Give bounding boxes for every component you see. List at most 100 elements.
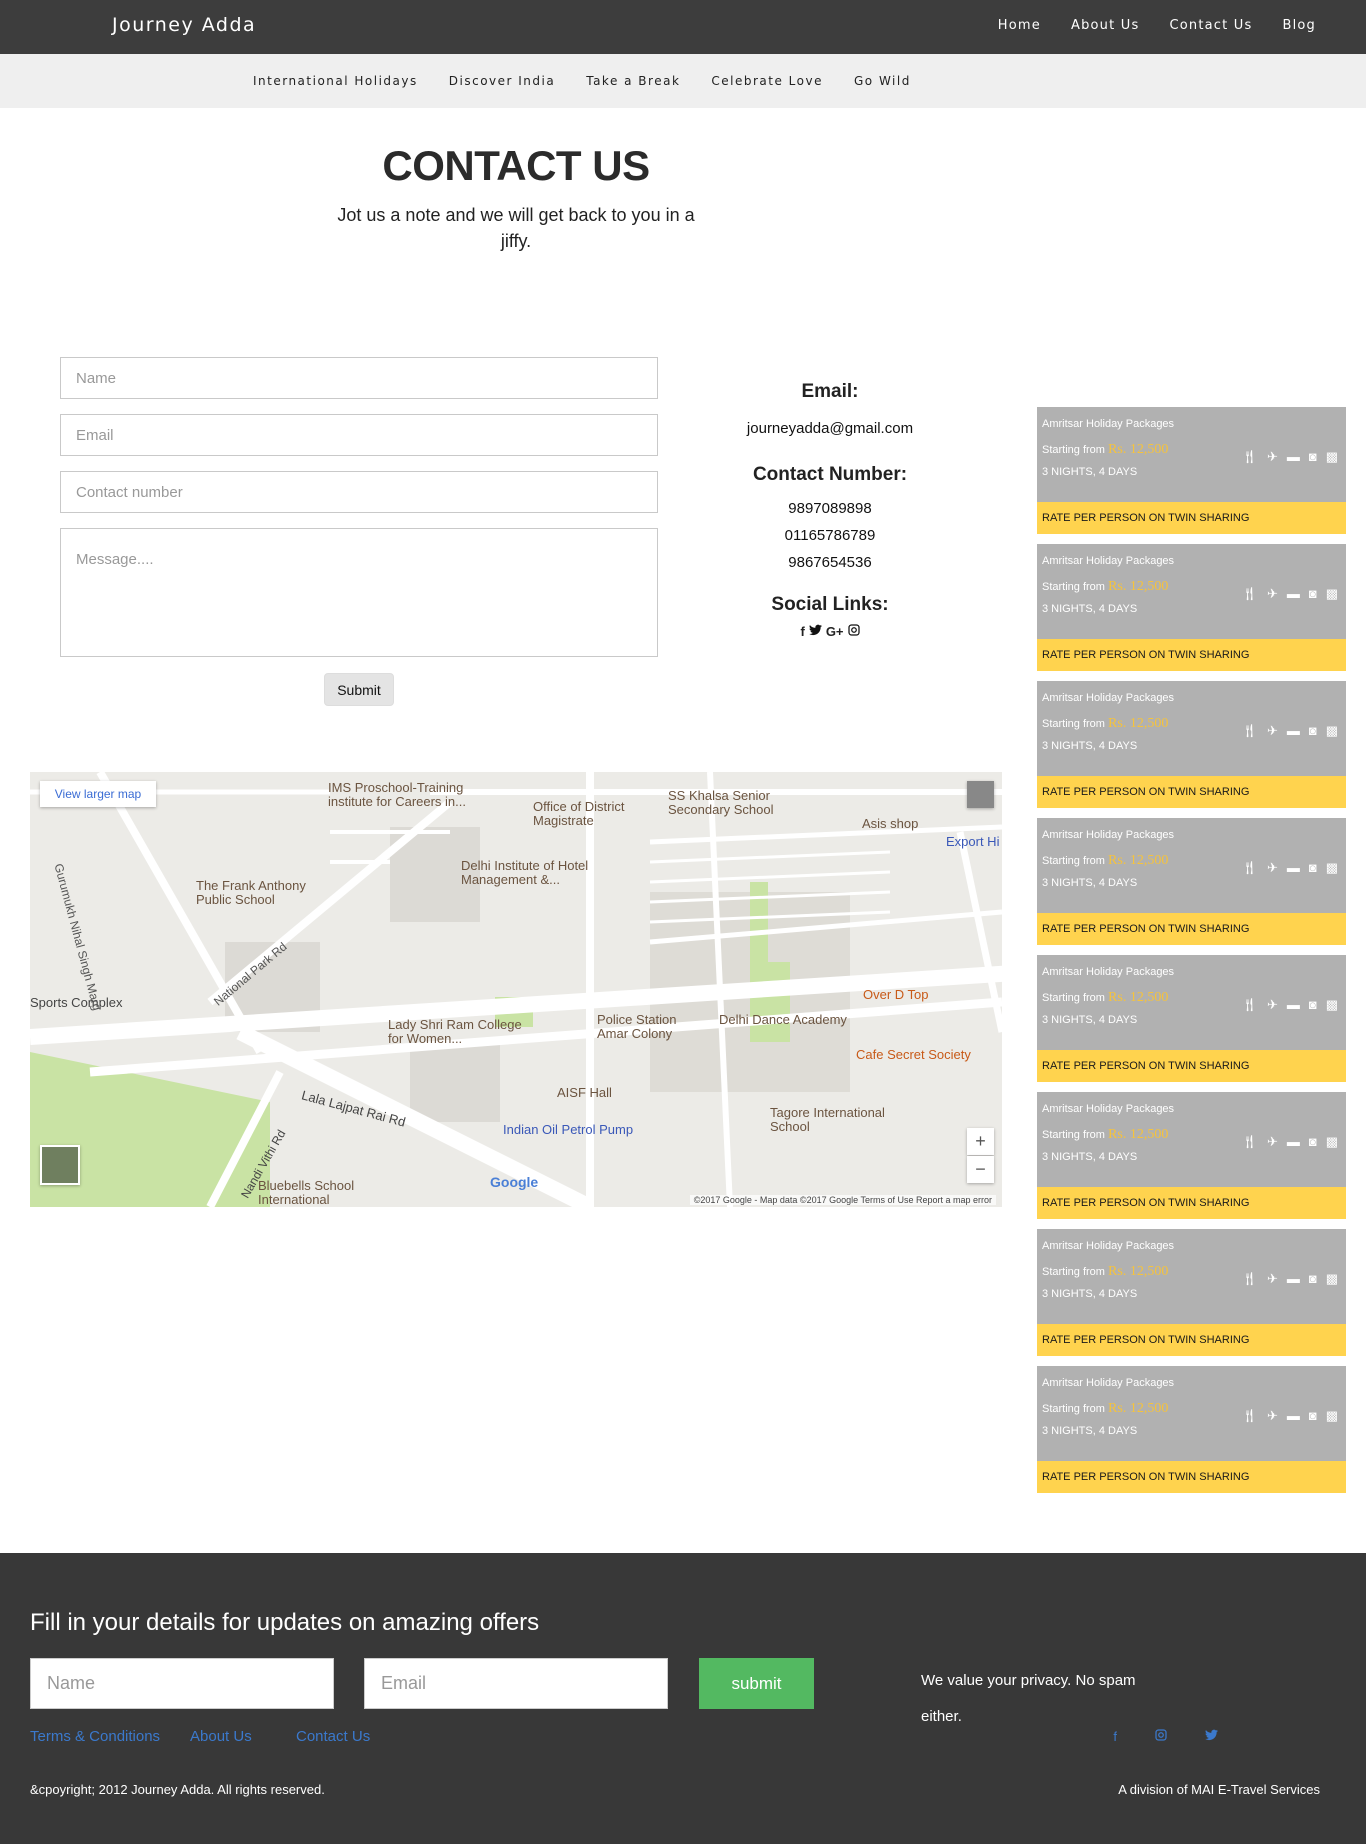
name-input[interactable]: Name	[60, 357, 658, 399]
flight-icon: ✈︎	[1266, 1271, 1278, 1286]
satellite-toggle[interactable]	[40, 1145, 80, 1185]
map-label[interactable]: Cafe Secret Society	[856, 1048, 971, 1062]
view-larger-map-link[interactable]: View larger map	[40, 781, 156, 807]
package-card[interactable]: Amritsar Holiday Packages Starting from R…	[1037, 544, 1346, 671]
zoom-in-button[interactable]: +	[967, 1128, 994, 1155]
car-icon: ◙	[1308, 1271, 1317, 1286]
division-note: A division of MAI E-Travel Services	[1118, 1782, 1320, 1797]
map-label[interactable]: Sports Complex	[30, 996, 122, 1010]
map-label[interactable]: IMS Proschool-Training institute for Car…	[328, 781, 488, 809]
map-label[interactable]: Police Station Amar Colony	[597, 1013, 697, 1041]
instagram-icon[interactable]	[1155, 1729, 1167, 1744]
google-map[interactable]: View larger map IMS Proschool-Training i…	[30, 772, 1002, 1207]
footer-social: f	[1113, 1729, 1218, 1744]
package-title[interactable]: Amritsar Holiday Packages	[1042, 966, 1341, 978]
copyright: &cpoyright; 2012 Journey Adda. All right…	[30, 1782, 325, 1797]
facebook-icon[interactable]: f	[1113, 1729, 1117, 1744]
phone-number[interactable]: 9897089898	[700, 495, 960, 522]
map-label[interactable]: Over D Top	[863, 988, 929, 1002]
nav-home[interactable]: Home	[998, 18, 1041, 33]
social-links: f G+	[700, 624, 960, 639]
map-label[interactable]: SS Khalsa Senior Secondary School	[668, 789, 788, 817]
package-title[interactable]: Amritsar Holiday Packages	[1042, 1240, 1341, 1252]
package-title[interactable]: Amritsar Holiday Packages	[1042, 1103, 1341, 1115]
category-take-a-break[interactable]: Take a Break	[586, 74, 680, 88]
package-card[interactable]: Amritsar Holiday Packages Starting from R…	[1037, 1366, 1346, 1493]
contact-heading: CONTACT US Jot us a note and we will get…	[316, 142, 716, 254]
message-textarea[interactable]: Message....	[60, 528, 658, 657]
map-label[interactable]: Indian Oil Petrol Pump	[503, 1123, 633, 1137]
package-amenities: 🍴︎ ✈︎ ▬ ◙ ▩	[1241, 449, 1338, 465]
package-card[interactable]: Amritsar Holiday Packages Starting from R…	[1037, 818, 1346, 945]
map-label[interactable]: Asis shop	[862, 817, 918, 831]
main-nav: Home About Us Contact Us Blog	[998, 18, 1316, 33]
package-amenities: 🍴︎ ✈︎ ▬ ◙ ▩	[1241, 1134, 1338, 1150]
package-card[interactable]: Amritsar Holiday Packages Starting from R…	[1037, 681, 1346, 808]
phone-number[interactable]: 01165786789	[700, 522, 960, 549]
sightseeing-icon: ▩	[1325, 997, 1338, 1012]
package-card[interactable]: Amritsar Holiday Packages Starting from R…	[1037, 407, 1346, 534]
footer: Fill in your details for updates on amaz…	[0, 1553, 1366, 1844]
map-label[interactable]: Bluebells School International	[258, 1179, 388, 1207]
phone-heading: Contact Number:	[752, 464, 908, 485]
package-title[interactable]: Amritsar Holiday Packages	[1042, 1377, 1341, 1389]
footer-submit-button[interactable]: submit	[699, 1658, 814, 1709]
footer-link-about[interactable]: About Us	[190, 1728, 296, 1745]
meals-icon: 🍴︎	[1241, 723, 1258, 738]
starting-from-label: Starting from	[1042, 1129, 1105, 1141]
phone-number[interactable]: 9867654536	[700, 549, 960, 576]
facebook-icon[interactable]: f	[800, 624, 804, 639]
flight-icon: ✈︎	[1266, 1408, 1278, 1423]
package-duration: 3 NIGHTS, 4 DAYS	[1042, 877, 1138, 889]
hotel-icon: ▬	[1286, 860, 1300, 875]
map-label[interactable]: Tagore International School	[770, 1106, 900, 1134]
submit-button[interactable]: Submit	[324, 673, 394, 706]
map-label[interactable]: AISF Hall	[557, 1086, 612, 1100]
category-go-wild[interactable]: Go Wild	[854, 74, 911, 88]
google-logo: Google	[490, 1174, 539, 1190]
category-nav: International Holidays Discover India Ta…	[253, 74, 911, 88]
footer-email-input[interactable]: Email	[364, 1658, 668, 1709]
google-plus-icon[interactable]: G+	[826, 624, 844, 639]
brand-logo[interactable]: Journey Adda	[112, 14, 256, 36]
zoom-out-button[interactable]: −	[967, 1156, 994, 1183]
category-international-holidays[interactable]: International Holidays	[253, 74, 418, 88]
package-price: Rs. 12,500	[1108, 442, 1169, 457]
package-info: Amritsar Holiday Packages Starting from R…	[1037, 1092, 1346, 1187]
footer-link-contact[interactable]: Contact Us	[296, 1728, 370, 1745]
map-label[interactable]: The Frank Anthony Public School	[196, 879, 326, 907]
nav-about-us[interactable]: About Us	[1071, 18, 1139, 33]
meals-icon: 🍴︎	[1241, 1408, 1258, 1423]
package-card[interactable]: Amritsar Holiday Packages Starting from R…	[1037, 1092, 1346, 1219]
email-input[interactable]: Email	[60, 414, 658, 456]
footer-link-terms[interactable]: Terms & Conditions	[30, 1728, 190, 1745]
map-label[interactable]: Delhi Dance Academy	[719, 1013, 847, 1027]
instagram-icon[interactable]	[847, 624, 860, 639]
twitter-icon[interactable]	[808, 624, 822, 639]
package-title[interactable]: Amritsar Holiday Packages	[1042, 829, 1341, 841]
map-label[interactable]: Office of District Magistrate	[533, 800, 643, 828]
twitter-icon[interactable]	[1205, 1729, 1218, 1744]
top-header: Journey Adda Home About Us Contact Us Bl…	[0, 0, 1366, 54]
package-title[interactable]: Amritsar Holiday Packages	[1042, 555, 1341, 567]
contact-number-input[interactable]: Contact number	[60, 471, 658, 513]
map-attribution: ©2017 Google - Map data ©2017 Google Ter…	[689, 1195, 996, 1205]
map-label[interactable]: Delhi Institute of Hotel Management &...	[461, 859, 611, 887]
category-celebrate-love[interactable]: Celebrate Love	[711, 74, 823, 88]
package-card[interactable]: Amritsar Holiday Packages Starting from R…	[1037, 955, 1346, 1082]
package-title[interactable]: Amritsar Holiday Packages	[1042, 418, 1341, 430]
package-price: Rs. 12,500	[1108, 1401, 1169, 1416]
package-info: Amritsar Holiday Packages Starting from R…	[1037, 818, 1346, 913]
package-price: Rs. 12,500	[1108, 853, 1169, 868]
package-card[interactable]: Amritsar Holiday Packages Starting from R…	[1037, 1229, 1346, 1356]
category-discover-india[interactable]: Discover India	[449, 74, 555, 88]
package-title[interactable]: Amritsar Holiday Packages	[1042, 692, 1341, 704]
footer-name-input[interactable]: Name	[30, 1658, 334, 1709]
nav-blog[interactable]: Blog	[1282, 18, 1316, 33]
flight-icon: ✈︎	[1266, 860, 1278, 875]
nav-contact-us[interactable]: Contact Us	[1169, 18, 1252, 33]
map-label[interactable]: Export Hi	[946, 835, 999, 849]
street-view-thumbnail[interactable]	[967, 781, 994, 808]
map-label[interactable]: Lady Shri Ram College for Women...	[388, 1018, 528, 1046]
email-address[interactable]: journeyadda@gmail.com	[700, 415, 960, 442]
